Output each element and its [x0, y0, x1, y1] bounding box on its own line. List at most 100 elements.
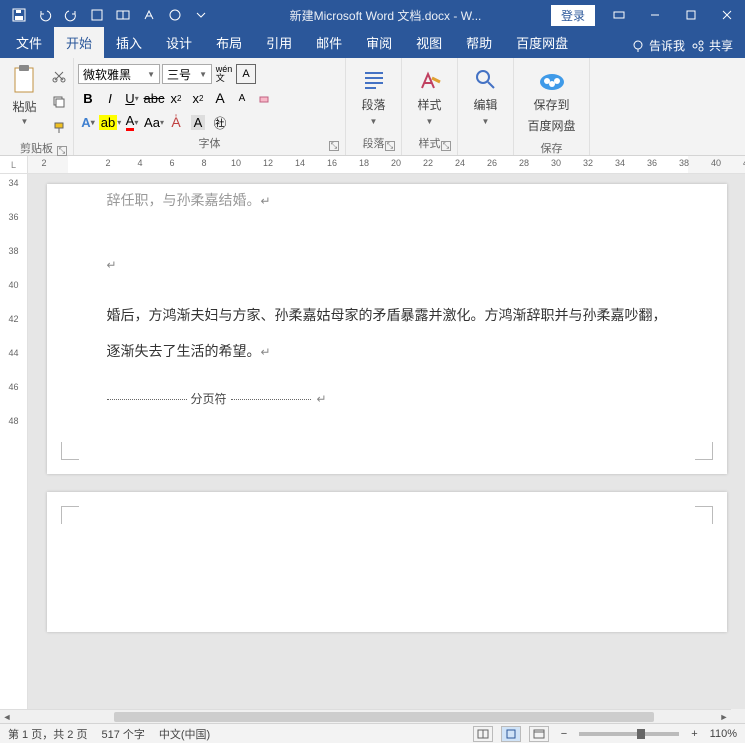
italic-button[interactable]: I [100, 88, 120, 108]
paragraph-button[interactable]: 段落 ▼ [350, 64, 397, 130]
tell-me-label: 告诉我 [649, 37, 685, 54]
bold-button[interactable]: B [78, 88, 98, 108]
tab-references[interactable]: 引用 [254, 27, 304, 58]
web-layout-icon[interactable] [529, 726, 549, 742]
tell-me-button[interactable]: 告诉我 [631, 37, 685, 54]
vruler-mark: 46 [8, 382, 18, 392]
ribbon-options-icon[interactable] [601, 1, 637, 29]
format-painter-icon[interactable] [49, 118, 69, 138]
vruler-mark: 42 [8, 314, 18, 324]
enclose-circle-icon[interactable]: ㊓ [210, 112, 230, 132]
maximize-icon[interactable] [673, 1, 709, 29]
scroll-thumb[interactable] [114, 712, 654, 722]
shrink-font-icon[interactable]: A [232, 88, 252, 108]
character-border-icon[interactable]: A [236, 64, 256, 84]
editing-button[interactable]: 编辑 ▼ [462, 64, 509, 130]
paste-button[interactable]: 粘贴 ▼ [4, 64, 45, 126]
strikethrough-button[interactable]: abc [144, 88, 164, 108]
page-corner-icon [695, 442, 713, 460]
clear-formatting-icon[interactable] [254, 88, 274, 108]
editing-group-label [462, 149, 509, 153]
enclose-chars-icon[interactable]: A̍ [166, 112, 186, 132]
ruler-mark: 30 [540, 158, 572, 168]
doc-paragraph[interactable]: 逐渐失去了生活的希望。 [107, 345, 261, 360]
read-mode-icon[interactable] [473, 726, 493, 742]
tab-baidu[interactable]: 百度网盘 [504, 27, 580, 58]
vruler-mark: 48 [8, 416, 18, 426]
page-1[interactable]: 辞任职，与孙柔嘉结婚。↵ ↵ 婚后，方鸿渐夫妇与方家、孙柔嘉姑母家的矛盾暴露并激… [47, 184, 727, 474]
zoom-out-button[interactable]: − [557, 728, 571, 740]
grow-font-icon[interactable]: A [210, 88, 230, 108]
scroll-track[interactable] [14, 710, 717, 724]
group-font: 微软雅黑▼ 三号▼ wén文 A B I U▾ abc x2 x2 A A A▾… [74, 58, 346, 155]
highlight-icon[interactable]: ab▾ [100, 112, 120, 132]
print-layout-icon[interactable] [501, 726, 521, 742]
tab-help[interactable]: 帮助 [454, 27, 504, 58]
font-size-select[interactable]: 三号▼ [162, 64, 212, 84]
ruler-mark: 2 [28, 158, 60, 168]
redo-icon[interactable] [60, 4, 82, 26]
tab-file[interactable]: 文件 [4, 27, 54, 58]
char-shading-icon[interactable]: A [188, 112, 208, 132]
underline-button[interactable]: U▾ [122, 88, 142, 108]
doc-line-cutoff[interactable]: 辞任职，与孙柔嘉结婚。 [107, 194, 261, 209]
dialog-launcher-icon[interactable]: ⤡ [441, 141, 451, 151]
text-effects-icon[interactable]: A▾ [78, 112, 98, 132]
qat-customize-icon[interactable] [190, 4, 212, 26]
horizontal-scrollbar[interactable]: ◄ ► [0, 709, 731, 723]
page-count[interactable]: 第 1 页，共 2 页 [8, 726, 87, 742]
zoom-slider[interactable] [579, 732, 679, 736]
save-group-label: 保存 [518, 138, 585, 158]
ruler-mark: 4 [124, 158, 156, 168]
ruler-mark: 36 [636, 158, 668, 168]
share-button[interactable]: 共享 [691, 37, 733, 54]
ruler-mark: 22 [412, 158, 444, 168]
subscript-button[interactable]: x2 [166, 88, 186, 108]
tab-review[interactable]: 审阅 [354, 27, 404, 58]
tab-home[interactable]: 开始 [54, 27, 104, 58]
close-icon[interactable] [709, 1, 745, 29]
pilcrow-icon: ↵ [261, 345, 271, 359]
word-count[interactable]: 517 个字 [101, 726, 144, 742]
touch-mode-icon[interactable] [164, 4, 186, 26]
save-to-baidu-button[interactable]: 保存到 百度网盘 [520, 64, 584, 138]
scroll-left-icon[interactable]: ◄ [0, 710, 14, 724]
doc-paragraph[interactable]: 婚后，方鸿渐夫妇与方家、孙柔嘉姑母家的矛盾暴露并激化。方鸿渐辞职并与孙柔嘉吵翻， [107, 299, 667, 335]
chevron-down-icon: ▼ [482, 117, 490, 126]
lightbulb-icon [631, 39, 645, 53]
save-icon[interactable] [8, 4, 30, 26]
tab-layout[interactable]: 布局 [204, 27, 254, 58]
copy-icon[interactable] [49, 92, 69, 112]
minimize-icon[interactable] [637, 1, 673, 29]
tab-design[interactable]: 设计 [154, 27, 204, 58]
qat-icon-1[interactable] [86, 4, 108, 26]
phonetic-guide-icon[interactable]: wén文 [214, 64, 234, 84]
vertical-ruler[interactable]: 34 36 38 40 42 44 46 48 [0, 174, 28, 723]
qat-icon-2[interactable] [112, 4, 134, 26]
dialog-launcher-icon[interactable]: ⤡ [329, 141, 339, 151]
ruler-mark: 12 [252, 158, 284, 168]
tab-insert[interactable]: 插入 [104, 27, 154, 58]
zoom-level[interactable]: 110% [710, 728, 737, 740]
tab-view[interactable]: 视图 [404, 27, 454, 58]
login-button[interactable]: 登录 [551, 5, 595, 26]
font-name-select[interactable]: 微软雅黑▼ [78, 64, 160, 84]
cut-icon[interactable] [49, 66, 69, 86]
font-color-icon[interactable]: A▾ [122, 112, 142, 132]
tab-mailings[interactable]: 邮件 [304, 27, 354, 58]
undo-icon[interactable] [34, 4, 56, 26]
styles-button[interactable]: 样式 ▼ [406, 64, 453, 130]
horizontal-ruler[interactable]: L 2 2 4 6 8 10 12 14 16 18 20 22 24 26 2… [0, 156, 745, 174]
superscript-button[interactable]: x2 [188, 88, 208, 108]
cloud-icon [538, 68, 566, 92]
language[interactable]: 中文(中国) [159, 726, 210, 742]
scroll-right-icon[interactable]: ► [717, 710, 731, 724]
page-2[interactable] [47, 492, 727, 632]
zoom-in-button[interactable]: + [687, 728, 701, 740]
qat-icon-3[interactable] [138, 4, 160, 26]
dialog-launcher-icon[interactable]: ⤡ [57, 146, 67, 156]
document-scroll[interactable]: 辞任职，与孙柔嘉结婚。↵ ↵ 婚后，方鸿渐夫妇与方家、孙柔嘉姑母家的矛盾暴露并激… [28, 174, 745, 723]
dialog-launcher-icon[interactable]: ⤡ [385, 141, 395, 151]
zoom-thumb[interactable] [637, 729, 645, 739]
change-case-icon[interactable]: Aa▾ [144, 112, 164, 132]
